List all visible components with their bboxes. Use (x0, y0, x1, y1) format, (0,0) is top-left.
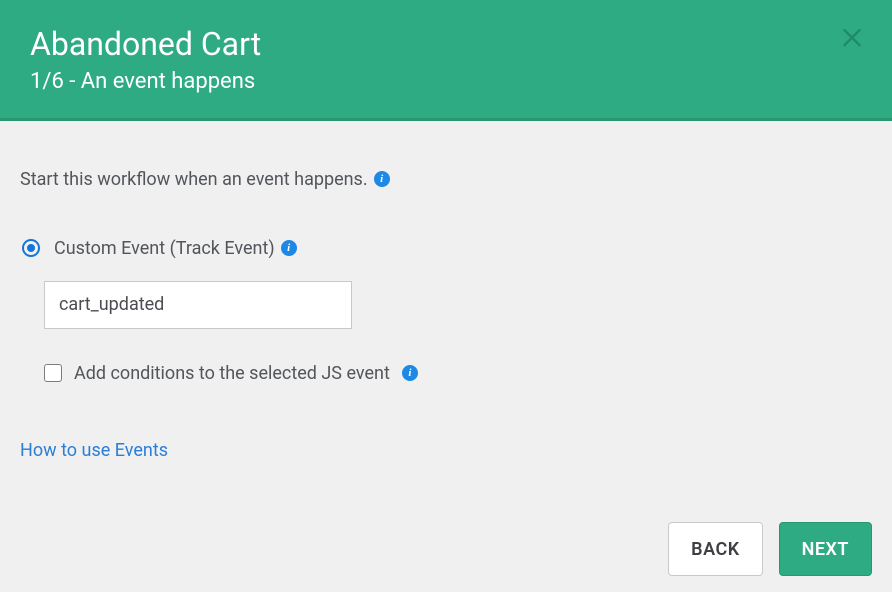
intro-text: Start this workflow when an event happen… (20, 169, 368, 190)
conditions-row: Add conditions to the selected JS event … (20, 363, 872, 384)
custom-event-label-wrap: Custom Event (Track Event) i (54, 238, 297, 259)
info-icon[interactable]: i (281, 240, 297, 256)
add-conditions-label: Add conditions to the selected JS event (74, 363, 390, 384)
custom-event-radio-row: Custom Event (Track Event) i (20, 238, 872, 259)
intro-row: Start this workflow when an event happen… (20, 169, 872, 190)
info-icon[interactable]: i (374, 171, 390, 187)
back-button[interactable]: BACK (668, 522, 762, 576)
add-conditions-checkbox[interactable] (44, 364, 62, 382)
info-icon[interactable]: i (402, 365, 418, 381)
modal-title: Abandoned Cart (30, 26, 862, 63)
modal-step-subtitle: 1/6 - An event happens (30, 69, 862, 94)
custom-event-label: Custom Event (Track Event) (54, 238, 275, 259)
modal-footer: BACK NEXT (668, 522, 872, 576)
modal-body: Start this workflow when an event happen… (0, 121, 892, 592)
modal-header: Abandoned Cart 1/6 - An event happens (0, 0, 892, 121)
event-name-field-wrap (20, 281, 872, 329)
next-button[interactable]: NEXT (779, 522, 872, 576)
modal-container: Abandoned Cart 1/6 - An event happens St… (0, 0, 892, 592)
custom-event-radio[interactable] (22, 239, 40, 257)
how-to-use-events-link[interactable]: How to use Events (20, 440, 168, 461)
event-name-input[interactable] (44, 281, 352, 329)
close-icon[interactable] (838, 22, 866, 50)
